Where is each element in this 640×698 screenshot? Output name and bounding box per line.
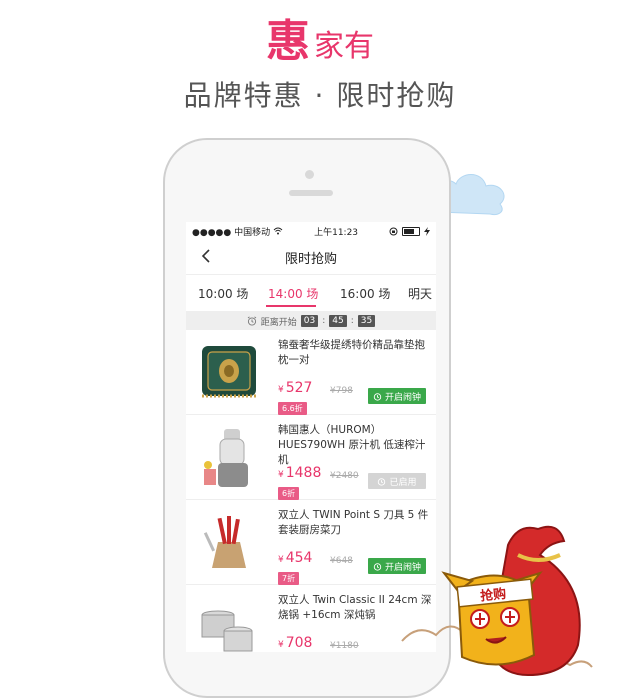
discount-badge: 6.6折 xyxy=(278,402,307,415)
mascot-headband-text: 抢购 xyxy=(479,586,507,605)
cushion-image xyxy=(202,346,256,398)
discount-badge: 6折 xyxy=(278,487,300,500)
carrier-label: ●●●●● 中国移动 xyxy=(192,227,271,238)
mascot-with-lucky-bag: 抢购 xyxy=(401,525,593,677)
product-title: 韩国惠人（HUROM）HUES790WH 原汁机 低速榨汁机 xyxy=(278,424,426,466)
tab-10-00[interactable]: 10:00 场 xyxy=(198,285,248,302)
cookware-image xyxy=(201,610,253,652)
countdown-minutes: 45 xyxy=(329,315,347,327)
brand-logo-name: 家有 xyxy=(314,29,374,64)
product-price: ¥1488 xyxy=(278,465,322,481)
countdown-seconds: 35 xyxy=(357,315,376,327)
status-time: 上午11:23 xyxy=(314,227,359,238)
alarm-enabled-button[interactable]: 已启用 xyxy=(368,473,426,489)
product-item[interactable]: 锦蚕奢华级提绣特价精品靠垫抱枕一对 ¥527 ¥798 6.6折 开启闹钟 xyxy=(186,330,436,415)
product-item[interactable]: 韩国惠人（HUROM）HUES790WH 原汁机 低速榨汁机 ¥1488 ¥24… xyxy=(186,415,436,500)
countdown-bar: 距离开始 03 : 45 : 35 xyxy=(186,312,436,330)
tab-14-00[interactable]: 14:00 场 xyxy=(268,285,318,302)
tab-16-00[interactable]: 16:00 场 xyxy=(340,285,390,302)
brand-logo: 惠 家有 xyxy=(266,20,374,65)
wifi-icon xyxy=(273,227,283,235)
set-alarm-button[interactable]: 开启闹钟 xyxy=(368,388,426,404)
original-price: ¥2480 xyxy=(330,471,359,481)
active-tab-indicator xyxy=(266,305,316,307)
product-title: 锦蚕奢华级提绣特价精品靠垫抱枕一对 xyxy=(278,339,425,366)
alarm-clock-icon xyxy=(373,562,382,571)
juicer-image xyxy=(204,429,248,487)
alarm-clock-icon xyxy=(247,316,257,326)
original-price: ¥798 xyxy=(330,386,353,396)
original-price: ¥1180 xyxy=(330,641,359,651)
brand-logo-area: 惠 家有 xyxy=(0,20,640,65)
tab-tomorrow[interactable]: 明天 xyxy=(408,285,432,302)
status-bar: ●●●●● 中国移动 上午11:23 xyxy=(186,222,436,240)
alarm-clock-icon xyxy=(373,392,382,401)
countdown-label: 距离开始 xyxy=(260,317,297,328)
product-price: ¥527 xyxy=(278,380,313,396)
phone-camera xyxy=(305,170,314,179)
page-title: 限时抢购 xyxy=(284,251,337,267)
alarm-clock-icon xyxy=(378,477,386,486)
knife-set-image xyxy=(203,516,246,568)
charging-icon xyxy=(423,226,430,236)
original-price: ¥648 xyxy=(330,556,353,566)
nav-bar: 限时抢购 xyxy=(186,240,436,275)
product-price: ¥454 xyxy=(278,550,313,566)
brand-logo-hui: 惠 xyxy=(266,16,310,67)
orientation-lock-icon xyxy=(389,227,398,235)
tagline: 品牌特惠 · 限时抢购 xyxy=(183,79,457,112)
phone-speaker xyxy=(289,190,333,196)
session-tabs: 10:00 场 14:00 场 16:00 场 明天 xyxy=(186,275,436,312)
discount-badge: 7折 xyxy=(278,572,300,585)
product-price: ¥708 xyxy=(278,635,313,651)
chevron-left-icon[interactable] xyxy=(198,247,216,265)
countdown-hours: 03 xyxy=(300,315,319,327)
battery-icon xyxy=(401,226,420,236)
